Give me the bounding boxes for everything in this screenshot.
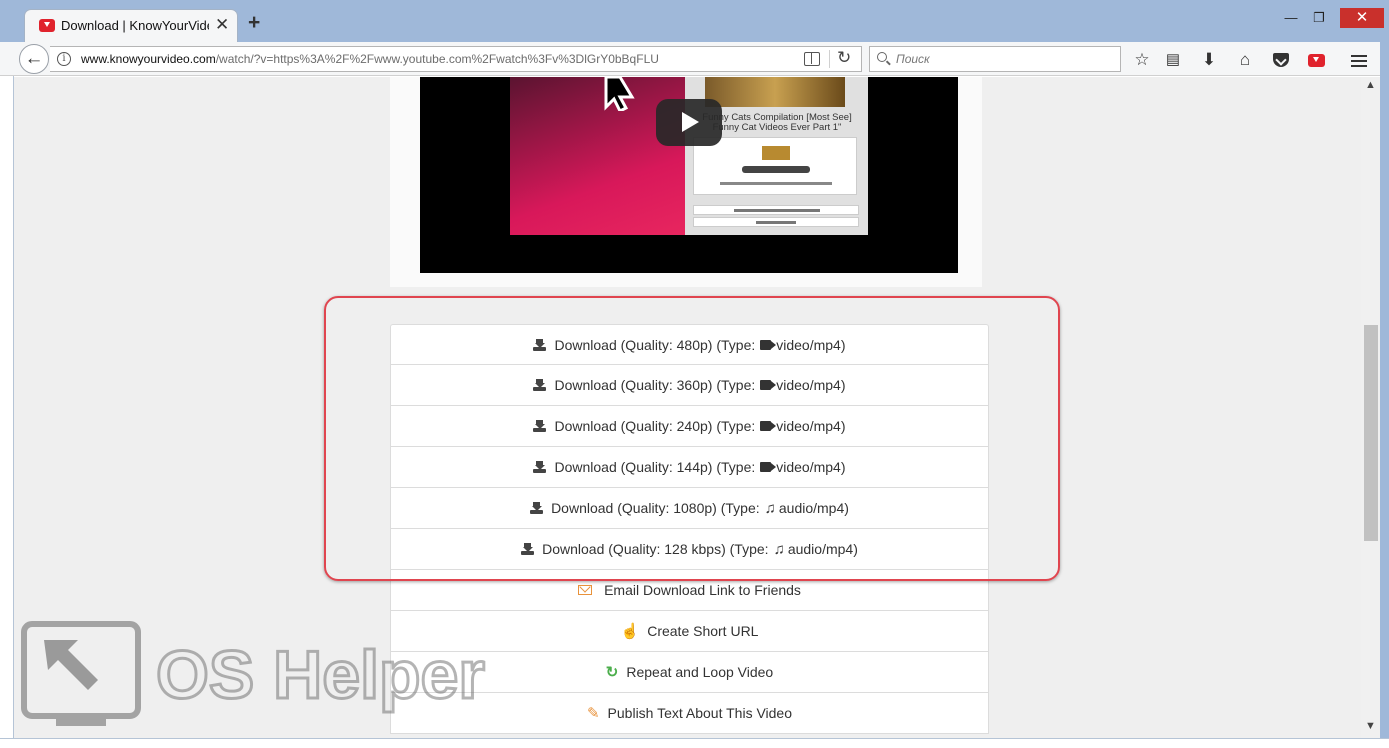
download-link-1080p[interactable]: Download (Quality: 1080p) (Type: ♫ audio… [390,488,989,529]
vertical-scrollbar[interactable]: ▲ ▼ [1361,77,1380,738]
cursor-arrow-icon [604,77,635,111]
search-icon [877,52,887,62]
home-icon[interactable]: ⌂ [1234,49,1256,71]
address-bar[interactable]: i www.knowyourvideo.com/watch/?v=https%3… [50,46,862,72]
reload-icon[interactable]: ↻ [837,48,851,68]
scroll-up-icon[interactable]: ▲ [1365,79,1376,91]
menu-icon[interactable] [1351,60,1367,62]
scroll-down-icon[interactable]: ▼ [1365,720,1376,732]
download-link-128kbps[interactable]: Download (Quality: 128 kbps) (Type: ♫ au… [390,529,989,570]
download-type: video/mp4 [776,377,841,393]
video-camera-icon [760,462,777,472]
download-label: Download (Quality: 1080p) (Type: [551,500,760,516]
download-icon [533,420,547,432]
download-extension-icon[interactable] [1308,54,1325,67]
download-favicon-icon [39,19,55,32]
music-note-icon: ♫ [764,499,776,517]
video-frame-left [510,77,685,235]
download-icon [533,379,547,391]
monitor-cursor-logo-icon [21,621,141,726]
embedded-panel [693,137,857,195]
video-camera-icon [760,421,777,431]
envelope-icon [578,585,593,595]
download-icon [530,502,544,514]
browser-tab[interactable]: Download | KnowYourVideo ✕ [24,9,238,42]
short-url-label: Create Short URL [647,623,759,639]
download-label: Download (Quality: 360p) (Type: [554,377,756,393]
embedded-row [693,217,859,227]
restore-button[interactable]: ❐ [1306,8,1332,28]
download-label: Download (Quality: 144p) (Type: [554,459,756,475]
browser-titlebar: Download | KnowYourVideo ✕ + — ❐ ✕ [0,0,1389,42]
download-type: video/mp4 [776,459,841,475]
window-frame-bottom [0,738,1389,748]
watermark-label: OS Helper [156,637,485,713]
download-icon [533,461,547,473]
search-bar[interactable]: Поиск [869,46,1121,72]
minimize-button[interactable]: — [1278,8,1304,28]
url-text[interactable]: www.knowyourvideo.com/watch/?v=https%3A%… [81,52,659,66]
music-note-icon: ♫ [773,540,785,558]
search-placeholder: Поиск [896,52,930,66]
site-info-icon[interactable]: i [57,52,71,66]
download-type: video/mp4 [776,336,841,353]
tab-close-icon[interactable]: ✕ [215,15,229,35]
bookmark-star-icon[interactable]: ☆ [1131,49,1153,71]
embedded-download-button [742,166,810,173]
download-type: video/mp4 [776,418,841,434]
url-path: /watch/?v=https%3A%2F%2Fwww.youtube.com%… [215,52,659,66]
embedded-note [720,182,832,185]
os-helper-watermark: OS Helper [21,621,486,726]
embedded-mini-thumbnail [762,146,790,160]
window-frame-left [0,76,14,748]
video-player[interactable]: Funny Cats Compilation [Most See] Funny … [420,77,958,273]
video-camera-icon [760,339,777,350]
repeat-loop-label: Repeat and Loop Video [626,664,774,680]
reading-list-icon[interactable]: ▤ [1162,49,1184,71]
video-camera-icon [760,380,777,390]
url-divider [829,50,830,68]
download-icon [521,543,535,555]
download-link-360p[interactable]: Download (Quality: 360p) (Type: video/mp… [390,365,989,406]
download-label: Download (Quality: 480p) (Type: [554,336,756,353]
download-link-144p[interactable]: Download (Quality: 144p) (Type: video/mp… [390,447,989,488]
reader-view-icon[interactable] [804,52,820,66]
pointer-hand-icon: ☝ [620,623,640,640]
play-button[interactable] [656,99,722,146]
pencil-icon: ✎ [586,705,600,722]
downloads-icon[interactable]: ⬇ [1198,49,1220,71]
repeat-icon: ↻ [605,664,619,681]
pocket-icon[interactable] [1273,53,1289,67]
window-frame-right [1380,42,1389,748]
download-icon [533,338,547,351]
download-link-480p[interactable]: Download (Quality: 480p) (Type: video/mp… [390,324,989,365]
url-host: www.knowyourvideo.com [81,52,216,66]
close-window-button[interactable]: ✕ [1340,8,1384,28]
back-arrow-icon: ← [24,48,44,69]
download-label: Download (Quality: 240p) (Type: [554,418,756,434]
back-button[interactable]: ← [19,44,49,74]
download-type: audio/mp4 [778,500,845,516]
cat-thumbnail [705,77,845,107]
new-tab-button[interactable]: + [248,11,260,35]
download-label: Download (Quality: 128 kbps) (Type: [542,541,769,557]
publish-text-label: Publish Text About This Video [607,705,793,721]
download-type: audio/mp4 [787,541,854,557]
scrollbar-thumb[interactable] [1364,325,1378,541]
email-link-button[interactable]: Email Download Link to Friends [390,570,989,611]
email-link-label: Email Download Link to Friends [604,582,801,598]
download-link-240p[interactable]: Download (Quality: 240p) (Type: video/mp… [390,406,989,447]
embedded-row [693,205,859,215]
navigation-toolbar: ← i www.knowyourvideo.com/watch/?v=https… [0,42,1389,76]
tab-title: Download | KnowYourVideo [61,18,209,33]
